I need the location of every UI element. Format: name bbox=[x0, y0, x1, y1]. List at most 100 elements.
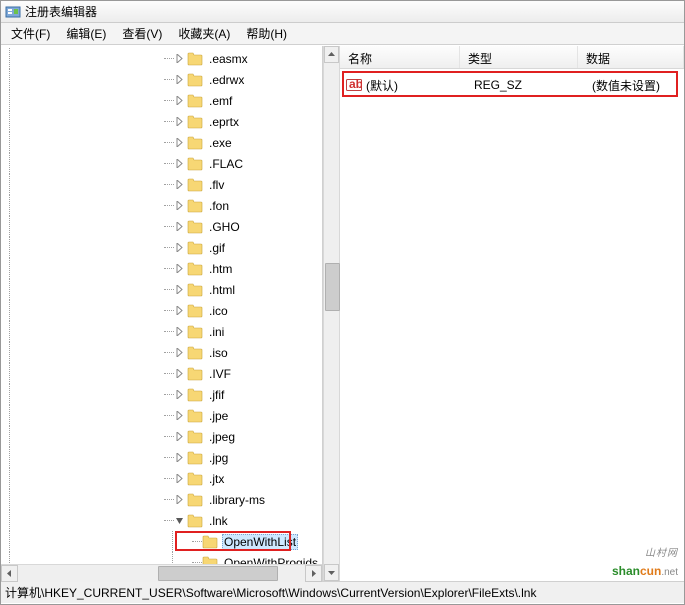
tree-item[interactable]: .lnk bbox=[1, 510, 320, 531]
tree-pane: .easmx .edrwx .emf .eprtx.exe .FLAC .flv .fon.… bbox=[1, 46, 323, 581]
tree-item-label: .lnk bbox=[207, 513, 230, 529]
expand-icon[interactable] bbox=[174, 347, 185, 358]
expand-icon[interactable] bbox=[174, 431, 185, 442]
tree-item[interactable]: .edrwx bbox=[1, 69, 320, 90]
tree-item-label: .html bbox=[207, 282, 237, 298]
tree-item-label: .flv bbox=[207, 177, 226, 193]
value-data: (数值未设置) bbox=[592, 77, 678, 94]
menu-file[interactable]: 文件(F) bbox=[3, 23, 58, 44]
tree-item[interactable]: .gif bbox=[1, 237, 320, 258]
menu-edit[interactable]: 编辑(E) bbox=[58, 23, 114, 44]
tree-item-label: .fon bbox=[207, 198, 231, 214]
expand-icon[interactable] bbox=[174, 473, 185, 484]
expand-icon[interactable] bbox=[174, 263, 185, 274]
expand-icon[interactable] bbox=[174, 74, 185, 85]
tree-item-label: .easmx bbox=[207, 51, 250, 67]
expand-icon[interactable] bbox=[174, 326, 185, 337]
expand-icon[interactable] bbox=[174, 53, 185, 64]
tree-item[interactable]: .IVF bbox=[1, 363, 320, 384]
tree-scroll[interactable]: .easmx .edrwx .emf .eprtx.exe .FLAC .flv .fon.… bbox=[1, 46, 322, 564]
col-data[interactable]: 数据 bbox=[578, 46, 684, 68]
tree-item[interactable]: .fon bbox=[1, 195, 320, 216]
svg-text:ab: ab bbox=[349, 77, 362, 91]
menu-view[interactable]: 查看(V) bbox=[114, 23, 170, 44]
value-name: (默认) bbox=[366, 77, 474, 94]
tree-item[interactable]: .flv bbox=[1, 174, 320, 195]
scroll-right-button[interactable] bbox=[305, 565, 322, 582]
tree-item-label: .FLAC bbox=[207, 156, 245, 172]
expand-icon[interactable] bbox=[174, 368, 185, 379]
expand-icon[interactable] bbox=[174, 389, 185, 400]
collapse-icon[interactable] bbox=[174, 515, 185, 526]
vscroll-thumb[interactable] bbox=[325, 263, 340, 311]
tree-child-item[interactable]: OpenWithList bbox=[1, 531, 320, 552]
values-pane: 名称 类型 数据 ab (默认) REG_SZ (数值未设置) bbox=[340, 46, 684, 581]
tree-item[interactable]: .htm bbox=[1, 258, 320, 279]
expand-icon[interactable] bbox=[174, 284, 185, 295]
content-area: .easmx .edrwx .emf .eprtx.exe .FLAC .flv .fon.… bbox=[1, 45, 684, 581]
list-body[interactable]: ab (默认) REG_SZ (数值未设置) bbox=[340, 69, 684, 581]
expand-icon[interactable] bbox=[174, 221, 185, 232]
expand-icon[interactable] bbox=[174, 137, 185, 148]
scroll-down-button[interactable] bbox=[324, 564, 339, 581]
value-type: REG_SZ bbox=[474, 78, 592, 92]
tree-item-label: .GHO bbox=[207, 219, 242, 235]
status-path: 计算机\HKEY_CURRENT_USER\Software\Microsoft… bbox=[5, 584, 536, 601]
tree-item[interactable]: .emf bbox=[1, 90, 320, 111]
tree-item[interactable]: .eprtx bbox=[1, 111, 320, 132]
tree-item[interactable]: .iso bbox=[1, 342, 320, 363]
tree-hscrollbar[interactable] bbox=[1, 564, 322, 581]
tree-item-label: .jpeg bbox=[207, 429, 237, 445]
tree-item[interactable]: .jtx bbox=[1, 468, 320, 489]
menu-help[interactable]: 帮助(H) bbox=[238, 23, 295, 44]
tree-item-label: .library-ms bbox=[207, 492, 267, 508]
expand-icon[interactable] bbox=[174, 242, 185, 253]
expand-icon[interactable] bbox=[174, 116, 185, 127]
scroll-track[interactable] bbox=[18, 565, 305, 582]
tree-vscrollbar[interactable] bbox=[323, 46, 340, 581]
expand-icon[interactable] bbox=[174, 95, 185, 106]
tree-item-label: .IVF bbox=[207, 366, 233, 382]
tree-item[interactable]: .library-ms bbox=[1, 489, 320, 510]
expand-icon[interactable] bbox=[174, 410, 185, 421]
scroll-thumb[interactable] bbox=[158, 566, 278, 581]
tree-item[interactable]: .jpg bbox=[1, 447, 320, 468]
col-type[interactable]: 类型 bbox=[460, 46, 578, 68]
expand-icon[interactable] bbox=[174, 452, 185, 463]
tree-item[interactable]: .ico bbox=[1, 300, 320, 321]
tree-item-label: .emf bbox=[207, 93, 234, 109]
tree-item[interactable]: .easmx bbox=[1, 48, 320, 69]
expand-icon[interactable] bbox=[174, 305, 185, 316]
tree-item[interactable]: .ini bbox=[1, 321, 320, 342]
tree-item-label: .jpg bbox=[207, 450, 230, 466]
scroll-up-button[interactable] bbox=[324, 46, 339, 63]
tree-item-label: .ico bbox=[207, 303, 230, 319]
statusbar: 计算机\HKEY_CURRENT_USER\Software\Microsoft… bbox=[1, 581, 684, 603]
tree-child-item[interactable]: OpenWithProgids bbox=[1, 552, 320, 564]
tree-item-label: .htm bbox=[207, 261, 234, 277]
expand-icon[interactable] bbox=[174, 494, 185, 505]
list-header: 名称 类型 数据 bbox=[340, 46, 684, 69]
vscroll-track[interactable] bbox=[324, 63, 339, 564]
menubar: 文件(F) 编辑(E) 查看(V) 收藏夹(A) 帮助(H) bbox=[1, 23, 684, 45]
string-value-icon: ab bbox=[346, 77, 362, 93]
col-name[interactable]: 名称 bbox=[340, 46, 460, 68]
tree-child-label: OpenWithProgids bbox=[222, 555, 320, 565]
tree-item[interactable]: .jpeg bbox=[1, 426, 320, 447]
menu-favorites[interactable]: 收藏夹(A) bbox=[170, 23, 238, 44]
expand-icon[interactable] bbox=[174, 158, 185, 169]
expand-icon[interactable] bbox=[174, 179, 185, 190]
tree-item[interactable]: .GHO bbox=[1, 216, 320, 237]
tree-item[interactable]: .jpe bbox=[1, 405, 320, 426]
tree-item[interactable]: .jfif bbox=[1, 384, 320, 405]
tree-item-label: .ini bbox=[207, 324, 226, 340]
list-row[interactable]: ab (默认) REG_SZ (数值未设置) bbox=[346, 75, 678, 95]
tree-item-label: .jtx bbox=[207, 471, 226, 487]
tree-item[interactable]: .FLAC bbox=[1, 153, 320, 174]
tree-item[interactable]: .exe bbox=[1, 132, 320, 153]
expand-icon[interactable] bbox=[174, 200, 185, 211]
tree-item-label: .jfif bbox=[207, 387, 226, 403]
scroll-left-button[interactable] bbox=[1, 565, 18, 582]
tree-item[interactable]: .html bbox=[1, 279, 320, 300]
tree-item-label: .edrwx bbox=[207, 72, 246, 88]
